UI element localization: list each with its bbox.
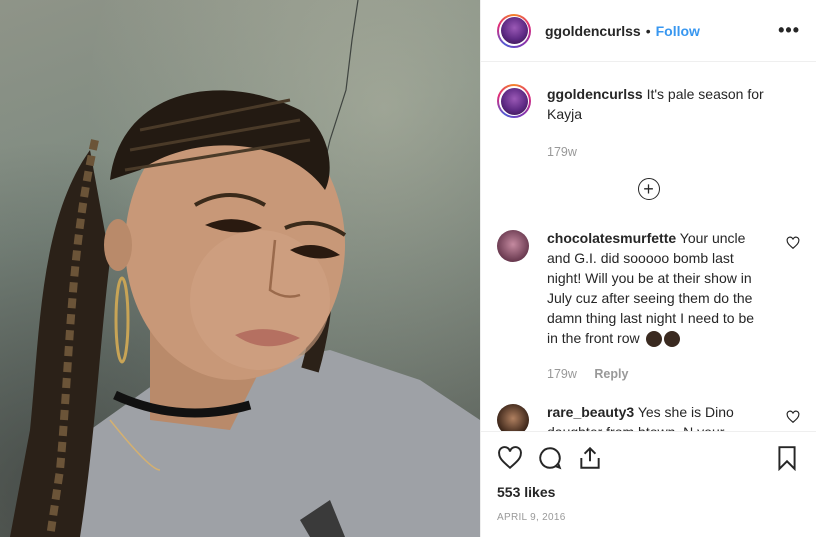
load-more-comments-button[interactable]: + [637, 178, 660, 200]
like-comment-icon[interactable] [786, 410, 800, 424]
post-side-panel: ggoldencurlss • Follow ••• ggoldencurlss… [480, 0, 816, 537]
post-header: ggoldencurlss • Follow ••• [481, 0, 816, 62]
avatar[interactable] [497, 13, 531, 48]
comment-username[interactable]: chocolatesmurfette [547, 230, 676, 246]
caption-time[interactable]: 179w [547, 145, 577, 159]
commenter-avatar[interactable] [497, 230, 529, 262]
comment-icon[interactable] [537, 445, 563, 471]
heart-icon[interactable] [497, 445, 523, 471]
more-options-icon[interactable]: ••• [778, 20, 800, 41]
share-icon[interactable] [577, 445, 603, 471]
comment-item: rare_beauty3 Yes she is Dino daughter fr… [497, 402, 800, 432]
comment-item: chocolatesmurfette Your uncle and G.I. d… [497, 228, 800, 384]
commenter-avatar[interactable] [497, 404, 529, 432]
selfie-illustration [10, 0, 480, 537]
post-actions: 553 likes APRIL 9, 2016 [481, 431, 816, 537]
emoji-icon [663, 331, 680, 348]
emoji-icon [645, 331, 662, 348]
caption-avatar[interactable] [497, 84, 531, 118]
post-container: ggoldencurlss • Follow ••• ggoldencurlss… [0, 0, 816, 537]
comment-text: Your uncle and G.I. did sooooo bomb last… [547, 230, 755, 346]
post-photo[interactable] [0, 0, 480, 537]
bookmark-icon[interactable] [774, 445, 800, 471]
like-comment-icon[interactable] [786, 236, 800, 250]
post-date[interactable]: APRIL 9, 2016 [497, 512, 800, 523]
comment-time[interactable]: 179w [547, 367, 577, 381]
reply-button[interactable]: Reply [594, 367, 628, 381]
caption-username[interactable]: ggoldencurlss [547, 86, 643, 102]
caption: ggoldencurlss It's pale season for Kayja… [497, 84, 800, 162]
comment-username[interactable]: rare_beauty3 [547, 404, 634, 420]
comments-list[interactable]: ggoldencurlss It's pale season for Kayja… [481, 62, 816, 432]
likes-count[interactable]: 553 likes [497, 484, 800, 500]
follow-button[interactable]: Follow [656, 23, 700, 39]
separator-dot: • [645, 22, 651, 39]
header-username[interactable]: ggoldencurlss [545, 23, 641, 39]
